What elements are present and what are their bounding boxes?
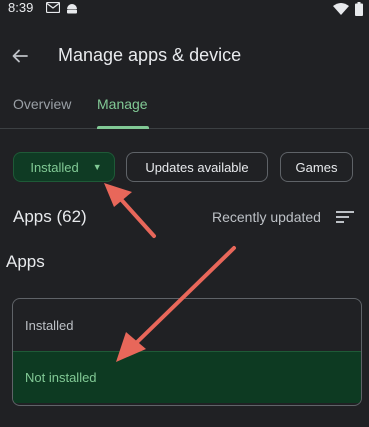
- tab-overview[interactable]: Overview: [13, 96, 71, 112]
- app-bar: Manage apps & device: [0, 34, 369, 78]
- status-time: 8:39: [8, 0, 34, 15]
- option-installed[interactable]: Installed: [13, 299, 361, 351]
- arrow-to-installed-chip: [104, 183, 156, 238]
- gmail-icon: [46, 2, 60, 13]
- tab-indicator: [97, 126, 149, 129]
- tab-manage[interactable]: Manage: [97, 96, 148, 112]
- sheet-title: Apps: [6, 252, 45, 271]
- wifi-icon: [333, 3, 349, 15]
- sort-icon[interactable]: [336, 209, 354, 225]
- installed-filter-chip[interactable]: Installed ▼: [13, 152, 115, 182]
- updates-available-chip[interactable]: Updates available: [126, 152, 268, 182]
- sort-label[interactable]: Recently updated: [212, 209, 321, 225]
- apps-count: Apps (62): [13, 207, 87, 226]
- status-bar: 8:39: [0, 0, 369, 22]
- tab-bar: Overview Manage: [0, 86, 369, 129]
- arrow-left-icon: [12, 49, 28, 63]
- back-button[interactable]: [6, 42, 34, 70]
- games-chip[interactable]: Games: [280, 152, 353, 182]
- option-not-installed[interactable]: Not installed: [13, 351, 361, 403]
- install-status-options: Installed Not installed: [12, 298, 362, 406]
- caret-down-icon: ▼: [92, 162, 102, 172]
- option-not-installed-label: Not installed: [25, 370, 97, 385]
- installed-chip-label: Installed: [30, 159, 79, 175]
- android-icon: [67, 4, 77, 14]
- battery-icon: [355, 2, 363, 16]
- page-title: Manage apps & device: [58, 45, 242, 65]
- option-installed-label: Installed: [25, 317, 74, 333]
